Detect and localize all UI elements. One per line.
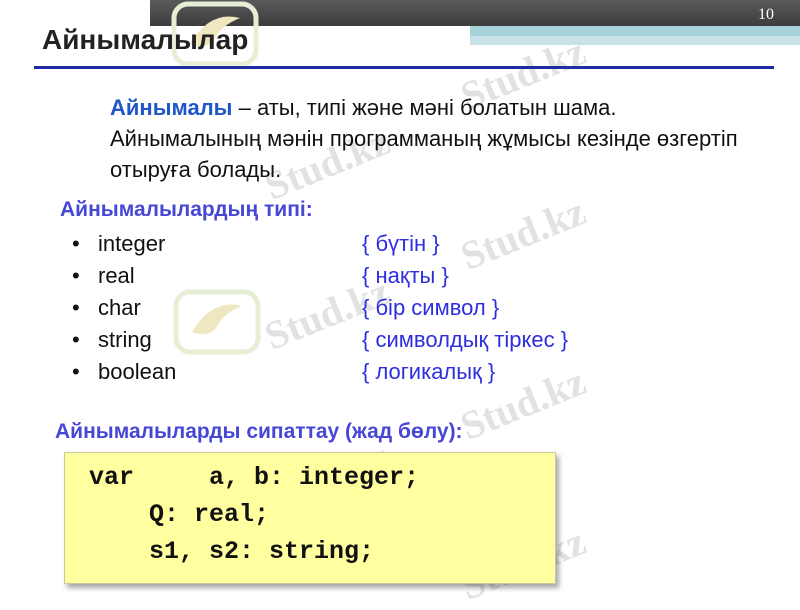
bullet-icon: • <box>72 295 80 320</box>
code-line: s1, s2: string; <box>89 537 375 566</box>
bullet-icon: • <box>72 327 80 352</box>
type-description: { бүтін } <box>362 231 440 256</box>
list-item: • string { символдық тіркес } <box>72 324 568 356</box>
type-description: { нақты } <box>362 263 449 288</box>
code-line: Q: real; <box>89 500 270 529</box>
list-item: • real { нақты } <box>72 260 568 292</box>
type-description: { логикалық } <box>362 359 496 384</box>
type-name: char <box>98 295 141 320</box>
slide-title: Айнымалылар <box>42 24 249 55</box>
intro-paragraph: Айнымалы – аты, типі және мәні болатын ш… <box>110 92 770 185</box>
slide-number: 10 <box>758 6 774 23</box>
code-line: var a, b: integer; <box>89 463 420 492</box>
bullet-icon: • <box>72 359 80 384</box>
types-heading: Айнымалылардың типі: <box>60 198 313 221</box>
bullet-icon: • <box>72 263 80 288</box>
list-item: • char { бір символ } <box>72 292 568 324</box>
header-accent-stripe <box>470 26 800 36</box>
intro-keyword: Айнымалы <box>110 95 233 120</box>
list-item: • boolean { логикалық } <box>72 356 568 388</box>
type-name: real <box>98 263 135 288</box>
bullet-icon: • <box>72 231 80 256</box>
title-divider <box>34 66 774 69</box>
types-list: • integer { бүтін } • real { нақты } • char { … <box>72 228 568 388</box>
type-name: string <box>98 327 152 352</box>
type-description: { бір символ } <box>362 295 500 320</box>
code-block: var a, b: integer; Q: real; s1, s2: stri… <box>64 452 556 584</box>
type-name: integer <box>98 231 166 256</box>
code-text: var a, b: integer; Q: real; s1, s2: stri… <box>89 459 419 570</box>
declaration-heading: Айнымалыларды сипаттау (жад бөлу): <box>55 420 463 443</box>
header-accent-stripe-light <box>470 36 800 45</box>
type-name: boolean <box>98 359 177 384</box>
list-item: • integer { бүтін } <box>72 228 568 260</box>
type-description: { символдық тіркес } <box>362 327 569 352</box>
